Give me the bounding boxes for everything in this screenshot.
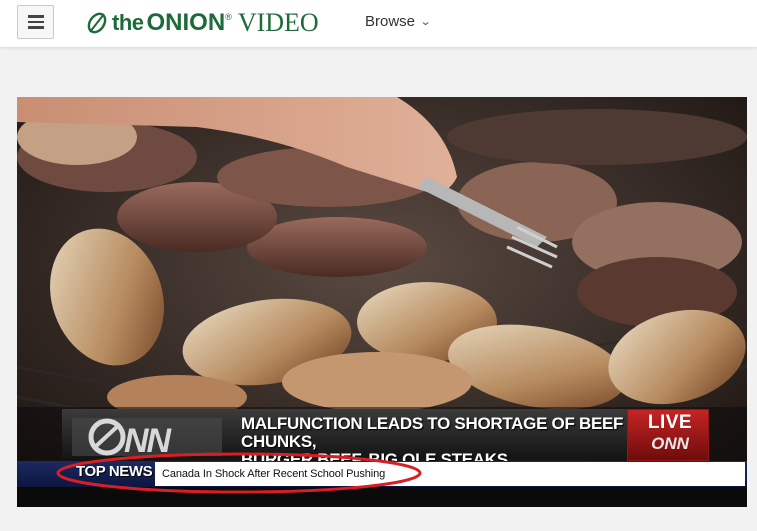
headline-line-1: MALFUNCTION LEADS TO SHORTAGE OF BEEF CH… xyxy=(241,414,624,451)
hamburger-icon xyxy=(27,15,44,18)
logo-onion: ONION xyxy=(146,9,226,36)
onion-leaf-icon xyxy=(87,12,107,34)
menu-button[interactable] xyxy=(17,5,54,39)
chevron-down-icon: ⌄ xyxy=(419,15,432,28)
red-circle-annotation xyxy=(56,452,422,494)
browse-label: Browse xyxy=(365,13,416,30)
logo-video: VIDEO xyxy=(237,8,319,37)
top-navigation-bar: the ONION ® VIDEO Browse ⌄ xyxy=(0,0,757,47)
onion-video-logo[interactable]: the ONION ® VIDEO xyxy=(85,6,319,40)
live-network-label: ONN xyxy=(651,434,689,453)
video-player[interactable]: NN MALFUNCTION LEADS TO SHORTAGE OF BEEF… xyxy=(17,97,747,507)
trademark-mark: ® xyxy=(225,12,232,22)
logo-the: the xyxy=(112,10,144,35)
live-label: LIVE xyxy=(647,412,693,433)
browse-dropdown[interactable]: Browse ⌄ xyxy=(365,13,432,30)
